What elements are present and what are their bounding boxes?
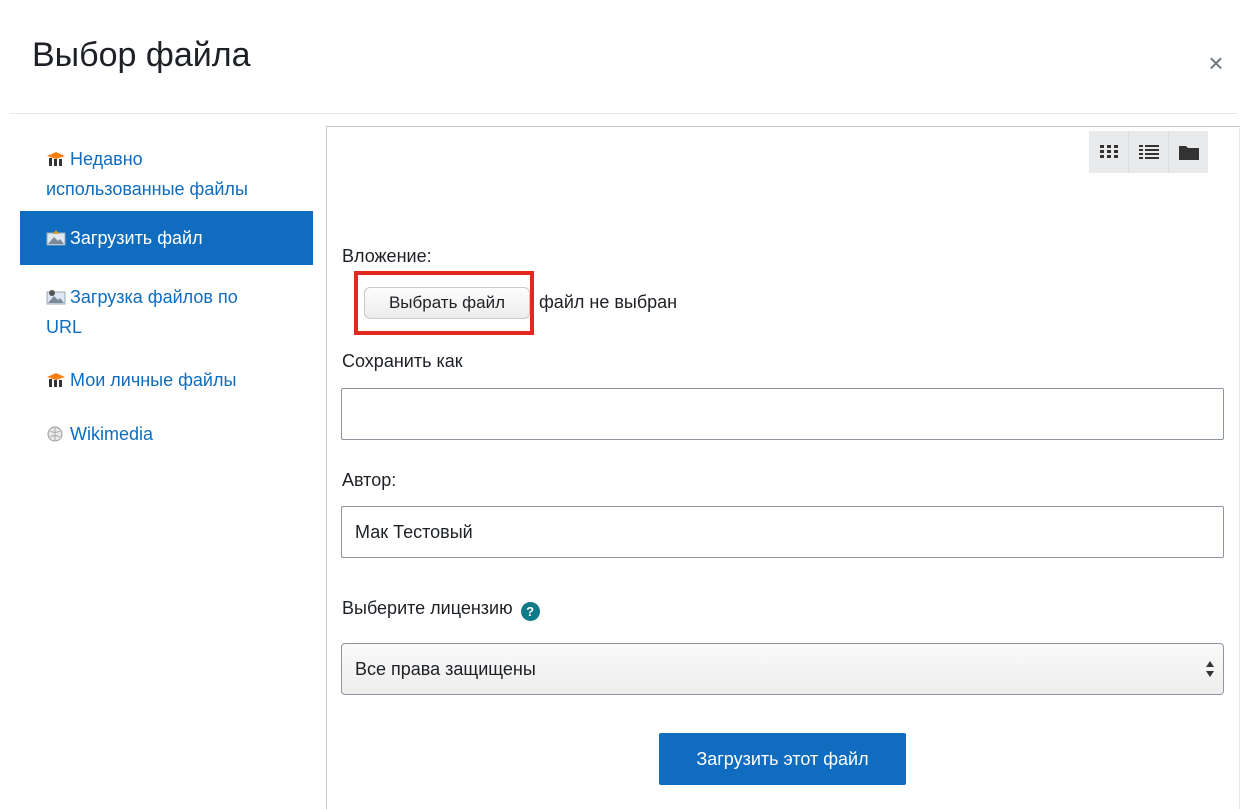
- grid-view-icon: [1099, 145, 1118, 158]
- no-file-status: файл не выбран: [539, 292, 678, 312]
- sidebar-item-label: Wikimedia: [70, 424, 154, 444]
- sidebar-item-label-line2: URL: [46, 317, 83, 337]
- folder-view-icon: [1178, 145, 1199, 160]
- file-picker-dialog: Выбор файла × Недавно использованные фай…: [0, 0, 1247, 809]
- sidebar-item-label: Загрузить файл: [70, 228, 203, 248]
- header-divider: [10, 113, 1237, 114]
- url-download-icon: [46, 284, 66, 305]
- author-label: Автор:: [342, 470, 397, 490]
- list-view-button[interactable]: [1129, 131, 1169, 173]
- sidebar-item-label: Недавно: [70, 149, 143, 169]
- sidebar-item-url-download[interactable]: Загрузка файлов по URL: [20, 282, 313, 342]
- license-selected-value: Все права защищены: [355, 659, 536, 679]
- sidebar-item-upload-file[interactable]: Загрузить файл: [20, 211, 313, 265]
- sidebar-item-private-files[interactable]: Мои личные файлы: [20, 365, 313, 395]
- close-button[interactable]: ×: [1202, 50, 1230, 78]
- view-toggle-group: [1089, 131, 1208, 173]
- sidebar-item-recent-files[interactable]: Недавно использованные файлы: [20, 144, 313, 204]
- list-view-icon: [1138, 145, 1159, 159]
- moodle-hat-icon: [46, 367, 66, 387]
- upload-panel: [326, 126, 1240, 809]
- dialog-title: Выбор файла: [32, 36, 251, 74]
- help-icon[interactable]: ?: [520, 602, 540, 621]
- choose-file-button[interactable]: Выбрать файл: [364, 287, 530, 319]
- wikimedia-globe-icon: [46, 421, 66, 442]
- sidebar-item-label: Мои личные файлы: [70, 370, 237, 390]
- sidebar-item-label-line2: использованные файлы: [46, 179, 248, 199]
- sidebar-item-wikimedia[interactable]: Wikimedia: [20, 419, 313, 449]
- save-as-label: Сохранить как: [342, 351, 463, 371]
- moodle-hat-icon: [46, 146, 66, 166]
- license-label: Выберите лицензию: [342, 598, 513, 618]
- attachment-label: Вложение:: [342, 246, 432, 266]
- save-as-input[interactable]: [341, 388, 1224, 440]
- license-label-row: Выберите лицензию?: [342, 598, 540, 621]
- author-input[interactable]: [341, 506, 1224, 558]
- select-arrows-icon: [1206, 661, 1214, 677]
- folder-view-button[interactable]: [1169, 131, 1208, 173]
- upload-picture-icon: [46, 213, 66, 246]
- upload-file-button[interactable]: Загрузить этот файл: [659, 733, 906, 785]
- grid-view-button[interactable]: [1089, 131, 1129, 173]
- sidebar-item-label: Загрузка файлов по: [70, 287, 238, 307]
- license-select[interactable]: Все права защищены: [341, 643, 1224, 695]
